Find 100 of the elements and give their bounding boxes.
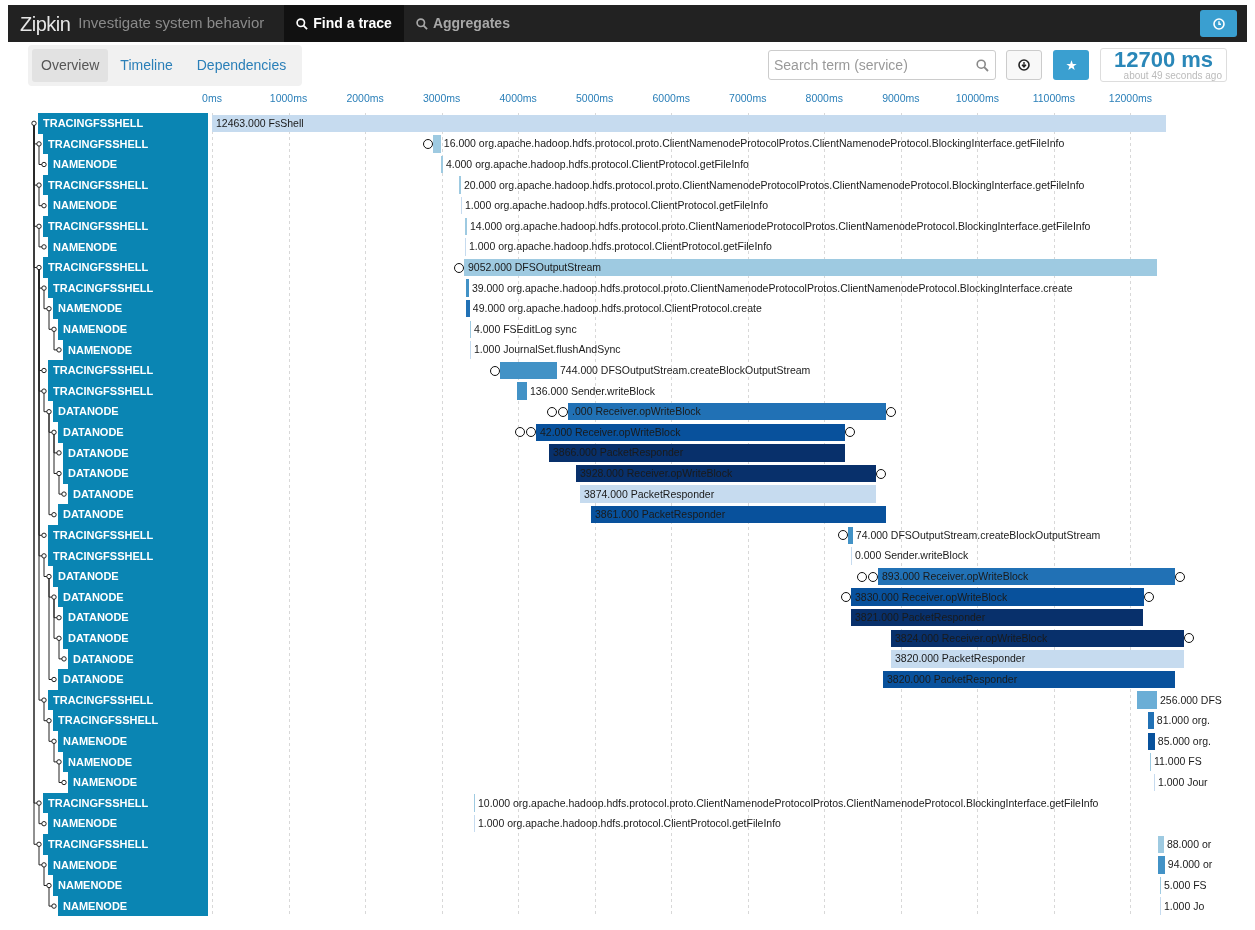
span-label: 5.000 FS [1164,880,1207,891]
nav-link[interactable]: Aggregates [403,5,522,42]
service-label: DATANODE [58,422,208,443]
tab[interactable]: Dependencies [184,48,299,82]
axis-tick-label: 10000ms [955,91,999,106]
span-label: 85.000 org. [1157,735,1211,747]
nav-link[interactable]: Find a trace [284,5,404,42]
span-bar[interactable] [590,505,886,524]
service-label: NAMENODE [53,875,208,896]
span-bar[interactable] [891,650,1184,668]
span-label: 3928.000 Receiver.opWriteBlock [580,468,733,479]
axis-tick-label: 1000ms [269,91,308,106]
tab[interactable]: Timeline [108,48,185,82]
span-bar[interactable] [535,423,846,442]
span-label: 10.000 org.apache.hadoop.hdfs.protocol.proto.ClientNamenodeProtocolProtos.ClientNamenodeProtocol.BlockingInterface.getFileInfo [477,797,1099,809]
service-label: TRACINGFSSHELL [48,380,208,402]
brand-title[interactable]: Zipkin [20,8,71,39]
span-label: 39.000 org.apache.hadoop.hdfs.protocol.proto.ClientNamenodeProtocolProtos.ClientNamenodeProtocol.BlockingInterface.create [471,282,1073,294]
span-label: 256.000 DFS [1159,694,1222,706]
span-label: 1.000 Jour [1157,777,1208,788]
span-label: 9052.000 DFSOutputStream [468,262,602,273]
span-bar[interactable] [882,670,1175,689]
service-label: DATANODE [63,607,208,628]
span-bar[interactable] [891,629,1184,648]
axis-tick-label: 8000ms [805,91,843,106]
service-label: NAMENODE [53,298,208,319]
search-field[interactable]: Search term (service) [768,50,996,80]
span-bar[interactable] [851,608,1143,627]
service-label: NAMENODE [58,895,208,917]
axis-tick-label: 4000ms [499,91,537,106]
service-label: NAMENODE [48,195,208,216]
clock-button[interactable] [1200,10,1237,37]
axis-tick-label: 2000ms [346,91,384,106]
span-label: 1.000 org.apache.hadoop.hdfs.protocol.ClientProtocol.getFileInfo [465,200,768,211]
span-label: 4.000 FSEditLog sync [473,323,577,335]
span-label: 11.000 FS [1153,756,1202,767]
span-label: 3824.000 Receiver.opWriteBlock [895,632,1048,644]
service-label: NAMENODE [58,731,208,752]
service-label: NAMENODE [48,813,208,834]
service-label: TRACINGFSSHELL [43,133,208,155]
span-bar[interactable] [464,258,1158,277]
axis-tick-label: 9000ms [882,91,920,106]
span-label: 0.000 Sender.writeBlock [855,550,969,561]
service-label: DATANODE [63,442,208,464]
span-label: 744.000 DFSOutputStream.createBlockOutputStream [559,365,811,376]
service-label: TRACINGFSSHELL [43,792,208,814]
service-label: DATANODE [63,628,208,649]
search-icon [976,59,989,72]
span-label: 49.000 org.apache.hadoop.hdfs.protocol.ClientProtocol.create [472,303,762,314]
service-label: TRACINGFSSHELL [43,216,208,237]
service-label: DATANODE [68,648,208,670]
service-label: TRACINGFSSHELL [48,545,208,567]
axis-tick-label: 0ms [202,91,222,106]
span-bar[interactable] [878,567,1176,586]
search-icon [415,17,428,30]
service-label: NAMENODE [48,236,208,258]
span-label: 42.000 Receiver.opWriteBlock [539,426,681,438]
service-label: DATANODE [58,669,208,690]
service-label: DATANODE [53,401,208,422]
span-label: 1.000 org.apache.hadoop.hdfs.protocol.ClientProtocol.getFileInfo [477,818,781,829]
service-label: TRACINGFSSHELL [43,174,208,196]
tagline: Investigate system behavior [78,13,265,34]
span-label: 74.000 DFSOutputStream.createBlockOutputStream [855,529,1101,541]
service-label: NAMENODE [68,772,208,793]
service-label: DATANODE [63,463,208,484]
service-label: NAMENODE [63,751,208,773]
service-label: TRACINGFSSHELL [48,277,208,299]
search-icon [296,17,309,30]
service-label: TRACINGFSSHELL [43,257,208,278]
axis-tick-label: 11000ms [1032,91,1076,106]
span-label: 88.000 or [1166,838,1212,850]
span-label: 3820.000 PacketResponder [895,653,1026,664]
service-label: DATANODE [58,504,208,525]
span-label: 1.000 org.apache.hadoop.hdfs.protocol.ClientProtocol.getFileInfo [469,241,772,252]
span-bar[interactable] [568,402,886,421]
span-label: 94.000 or [1167,859,1213,870]
service-label: TRACINGFSSHELL [48,360,208,381]
span-label: 4.000 org.apache.hadoop.hdfs.protocol.ClientProtocol.getFileInfo [445,159,749,170]
service-label: NAMENODE [48,154,208,175]
span-label: 893.000 Receiver.opWriteBlock [882,571,1029,582]
span-label: 3830.000 Receiver.opWriteBlock [855,591,1008,603]
axis-tick-label: 12000ms [1108,91,1152,106]
axis-tick-label: 7000ms [729,91,767,106]
download-icon [1018,59,1030,71]
span-label: 3820.000 PacketResponder [886,674,1018,685]
tab[interactable]: Overview [32,48,109,82]
star-button[interactable] [1053,50,1089,80]
span-label: 3874.000 PacketResponder [584,488,715,500]
download-button[interactable] [1006,50,1042,80]
span-label: 1.000 Jo [1164,900,1205,912]
star-icon [1065,59,1077,71]
span-bar[interactable] [1148,732,1155,751]
span-label: 3866.000 PacketResponder [553,447,684,458]
span-bar[interactable] [576,464,876,483]
span-label: 81.000 org. [1156,715,1210,726]
span-label: 16.000 org.apache.hadoop.hdfs.protocol.proto.ClientNamenodeProtocolProtos.ClientNamenodeProtocol.BlockingInterface.getFileInfo [443,138,1065,149]
span-label: 1.000 JournalSet.flushAndSync [473,344,621,355]
service-label: NAMENODE [48,854,208,876]
service-label: NAMENODE [58,319,208,340]
span-bar[interactable] [580,485,876,503]
